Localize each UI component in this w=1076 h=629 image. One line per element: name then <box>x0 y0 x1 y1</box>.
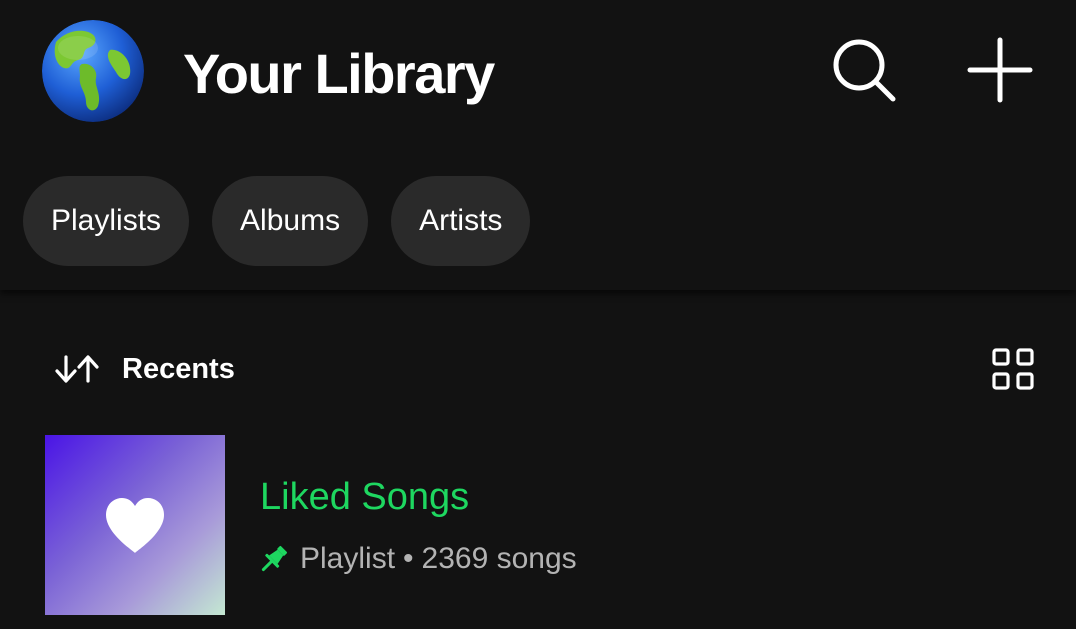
grid-view-button[interactable] <box>984 340 1042 398</box>
filter-chip-artists[interactable]: Artists <box>391 176 531 266</box>
filter-chip-playlists[interactable]: Playlists <box>23 176 190 266</box>
filter-chips: Playlists Albums Artists <box>23 176 531 266</box>
heart-icon <box>106 498 164 553</box>
page-title: Your Library <box>183 42 495 105</box>
item-subtitle: Playlist • 2369 songs <box>258 539 577 579</box>
add-button[interactable] <box>964 34 1036 106</box>
search-button[interactable] <box>828 34 900 106</box>
separator-dot: • <box>403 542 414 575</box>
sort-arrows-icon <box>55 355 99 383</box>
item-type: Playlist <box>300 542 396 575</box>
plus-icon <box>967 37 1033 103</box>
library-header: Your Library Playlists Albums Artists <box>0 0 1076 290</box>
pin-icon <box>258 543 290 575</box>
list-item-liked-songs[interactable]: Liked Songs Playlist • 2369 songs <box>45 435 1045 615</box>
sort-label: Recents <box>122 352 235 385</box>
globe-avatar-icon[interactable] <box>42 20 144 122</box>
grid-view-icon <box>992 348 1034 390</box>
sort-button[interactable]: Recents <box>54 340 235 398</box>
item-count: 2369 songs <box>421 542 577 575</box>
search-icon <box>833 39 896 102</box>
item-title: Liked Songs <box>260 476 470 518</box>
filter-chip-albums[interactable]: Albums <box>212 176 369 266</box>
liked-songs-cover <box>45 435 225 615</box>
